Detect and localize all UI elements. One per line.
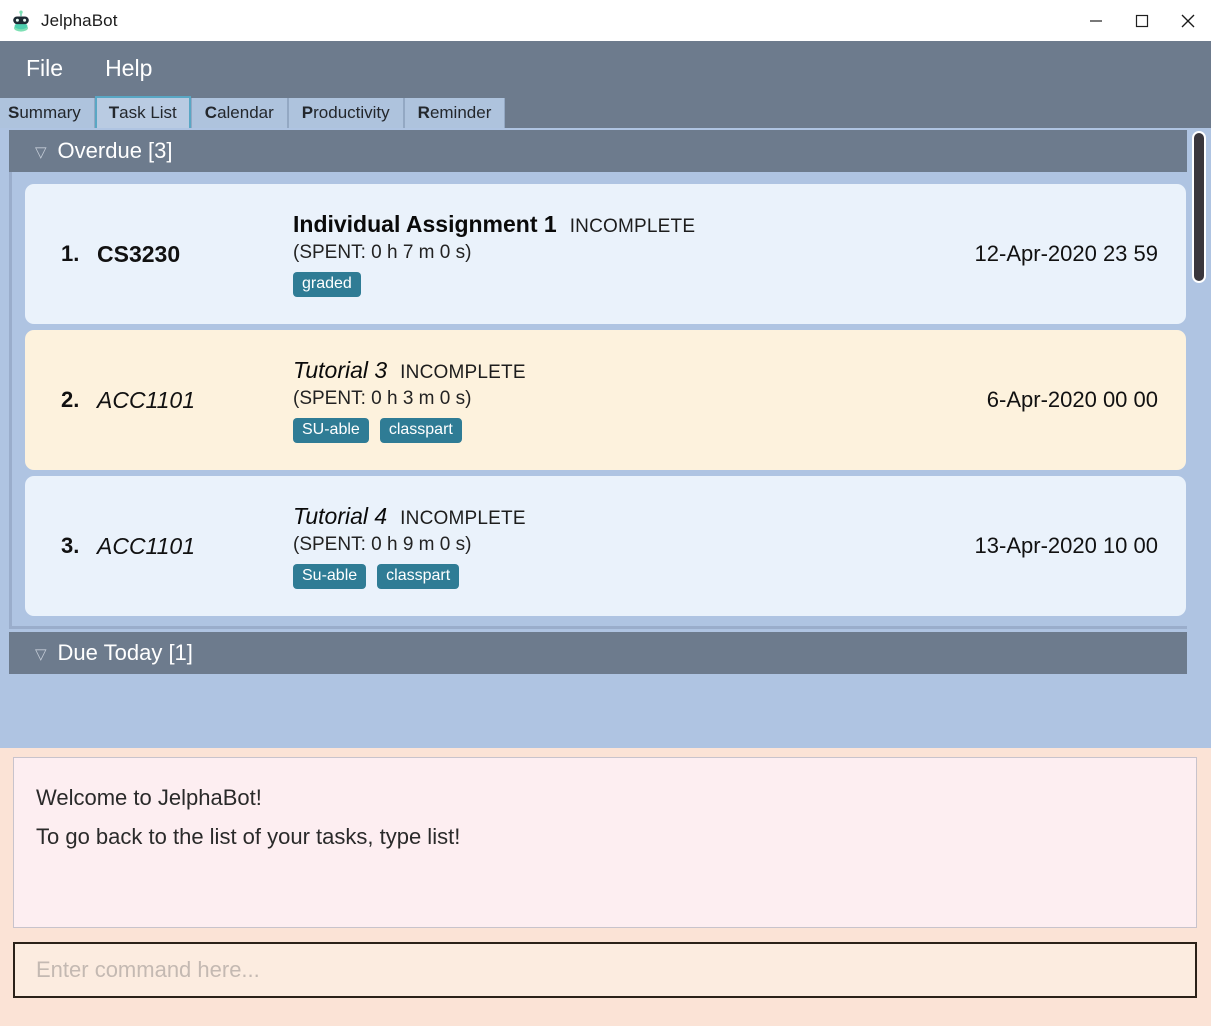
- task-due-date: 13-Apr-2020 10 00: [974, 533, 1158, 558]
- tab-calendar-mnemonic: C: [204, 103, 218, 122]
- tab-productivity-mnemonic: P: [301, 103, 314, 122]
- task-body: Tutorial 4 INCOMPLETE (SPENT: 0 h 9 m 0 …: [293, 503, 936, 590]
- task-tags: graded: [293, 271, 936, 298]
- tab-summary-mnemonic: S: [8, 103, 20, 122]
- task-tag: classpart: [379, 417, 462, 444]
- tab-calendar-label: alendar: [217, 103, 274, 122]
- menu-bar: File Help: [0, 41, 1211, 96]
- command-input-placeholder: Enter command here...: [36, 957, 260, 982]
- menu-item-file[interactable]: File: [22, 54, 67, 83]
- task-title-row: Tutorial 3 INCOMPLETE: [293, 357, 936, 384]
- task-due-date: 12-Apr-2020 23 59: [974, 241, 1158, 266]
- section-header-due-today[interactable]: ▽ Due Today [1]: [9, 632, 1202, 674]
- maximize-button[interactable]: [1119, 0, 1165, 41]
- task-body: Tutorial 3 INCOMPLETE (SPENT: 0 h 3 m 0 …: [293, 357, 936, 444]
- tab-calendar[interactable]: Calendar: [190, 98, 288, 128]
- section-header-overdue[interactable]: ▽ Overdue [3]: [9, 130, 1202, 172]
- maximize-icon: [1131, 10, 1153, 32]
- task-time-spent: (SPENT: 0 h 7 m 0 s): [293, 241, 472, 263]
- task-tags: Su-able classpart: [293, 563, 936, 590]
- task-tags: SU-able classpart: [293, 417, 936, 444]
- task-title: Tutorial 4: [293, 502, 388, 529]
- tab-productivity-label: roductivity: [313, 103, 390, 122]
- task-index: 1.: [61, 241, 80, 266]
- task-module: CS3230: [97, 240, 181, 267]
- task-tag: SU-able: [293, 417, 369, 444]
- task-tag: Su-able: [293, 563, 367, 590]
- tab-task-list-label: ask List: [119, 103, 177, 122]
- console-area: Welcome to JelphaBot! To go back to the …: [0, 748, 1211, 1026]
- task-body: Individual Assignment 1 INCOMPLETE (SPEN…: [293, 211, 936, 298]
- bottom-strip: [0, 1004, 1211, 1026]
- chevron-down-icon: ▽: [35, 645, 47, 663]
- tab-reminder-mnemonic: R: [417, 103, 430, 122]
- tab-reminder-label: eminder: [429, 103, 492, 122]
- task-row[interactable]: 3. ACC1101 Tutorial 4 INCOMPLETE (SPENT:…: [25, 476, 1186, 616]
- jelphabot-window: JelphaBot File Help S ummary T ask List …: [0, 0, 1211, 1026]
- console-line: To go back to the list of your tasks, ty…: [36, 824, 461, 850]
- task-title-row: Tutorial 4 INCOMPLETE: [293, 503, 936, 530]
- tab-task-list[interactable]: Task List: [94, 96, 191, 128]
- close-icon: [1176, 9, 1200, 33]
- task-time-spent: (SPENT: 0 h 9 m 0 s): [293, 533, 472, 555]
- section-title-due-today: Due Today [1]: [57, 640, 193, 665]
- tab-productivity[interactable]: Productivity: [287, 98, 404, 128]
- task-index: 3.: [61, 533, 80, 558]
- console-line: Welcome to JelphaBot!: [36, 785, 262, 810]
- tab-reminder[interactable]: Reminder: [403, 98, 506, 128]
- task-cards-overdue: 1. CS3230 Individual Assignment 1 INCOMP…: [9, 172, 1202, 629]
- task-status: INCOMPLETE: [569, 215, 696, 237]
- menu-item-help[interactable]: Help: [101, 54, 156, 83]
- task-status: INCOMPLETE: [400, 507, 526, 529]
- task-title: Individual Assignment 1: [293, 210, 557, 237]
- section-title-overdue: Overdue [3]: [57, 138, 173, 163]
- task-list-content: ▽ Overdue [3] 1. CS3230 Individual Assig…: [0, 128, 1211, 748]
- task-due-date: 6-Apr-2020 00 00: [986, 387, 1158, 412]
- window-title: JelphaBot: [41, 10, 118, 30]
- tab-summary-label: ummary: [19, 103, 81, 122]
- title-bar-left: JelphaBot: [0, 10, 118, 32]
- scrollbar-thumb[interactable]: [1192, 131, 1206, 283]
- menu-item-help-label: Help: [105, 55, 153, 81]
- task-time-spent: (SPENT: 0 h 3 m 0 s): [293, 387, 472, 409]
- close-button[interactable]: [1165, 0, 1211, 41]
- tab-task-list-mnemonic: T: [108, 103, 120, 122]
- task-module: ACC1101: [97, 386, 196, 413]
- title-bar: JelphaBot: [0, 0, 1211, 41]
- task-row[interactable]: 1. CS3230 Individual Assignment 1 INCOMP…: [25, 184, 1186, 324]
- tab-strip: Summary Task List Calendar Productivity …: [0, 96, 1211, 128]
- minimize-button[interactable]: [1073, 0, 1119, 41]
- content-scrollbar[interactable]: [1187, 128, 1211, 748]
- task-title-row: Individual Assignment 1 INCOMPLETE: [293, 211, 936, 238]
- task-status: INCOMPLETE: [400, 361, 526, 383]
- console-output: Welcome to JelphaBot! To go back to the …: [13, 757, 1197, 928]
- tab-summary[interactable]: Summary: [0, 98, 95, 128]
- tab-list: Summary Task List Calendar Productivity …: [0, 96, 506, 128]
- task-tag: classpart: [377, 563, 460, 590]
- window-controls: [1073, 0, 1211, 41]
- robot-icon: [10, 10, 32, 32]
- task-row[interactable]: 2. ACC1101 Tutorial 3 INCOMPLETE (SPENT:…: [25, 330, 1186, 470]
- task-title: Tutorial 3: [293, 356, 388, 383]
- chevron-down-icon: ▽: [35, 143, 47, 161]
- task-tag: graded: [293, 271, 361, 298]
- minimize-icon: [1085, 10, 1107, 32]
- task-module: ACC1101: [97, 532, 196, 559]
- task-index: 2.: [61, 387, 80, 412]
- menu-item-file-label: File: [26, 55, 64, 81]
- command-input[interactable]: Enter command here...: [13, 942, 1197, 998]
